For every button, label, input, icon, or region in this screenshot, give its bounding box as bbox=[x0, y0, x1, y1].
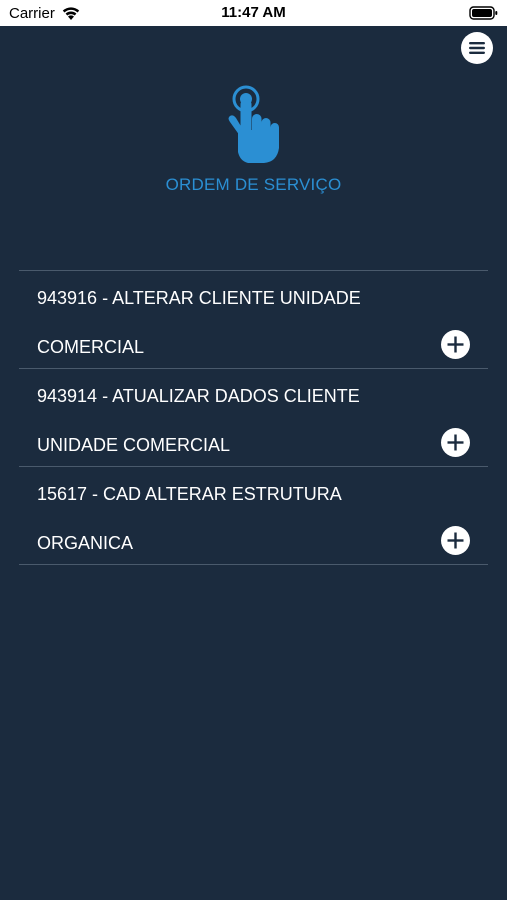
order-title-line2: UNIDADE COMERCIAL bbox=[37, 435, 231, 455]
order-title-line1: 15617 - CAD ALTERAR ESTRUTURA bbox=[37, 484, 342, 504]
tap-hand-icon bbox=[222, 84, 284, 166]
plus-icon bbox=[447, 532, 464, 549]
order-title-line1: 943916 - ALTERAR CLIENTE UNIDADE bbox=[37, 288, 361, 308]
order-item[interactable]: 943916 - ALTERAR CLIENTE UNIDADE COMERCI… bbox=[19, 271, 488, 369]
expand-button[interactable] bbox=[441, 330, 470, 359]
order-list: 943916 - ALTERAR CLIENTE UNIDADE COMERCI… bbox=[19, 270, 488, 565]
app-title: ORDEM DE SERVIÇO bbox=[165, 175, 342, 194]
plus-icon bbox=[447, 434, 464, 451]
order-title-line2: COMERCIAL bbox=[37, 337, 145, 357]
plus-icon bbox=[447, 336, 464, 353]
order-title-line2: ORGANICA bbox=[37, 533, 134, 553]
order-title-line1: 943914 - ATUALIZAR DADOS CLIENTE bbox=[37, 386, 360, 406]
menu-button[interactable] bbox=[461, 32, 493, 64]
status-bar: Carrier 11:47 AM bbox=[0, 0, 507, 26]
expand-button[interactable] bbox=[441, 428, 470, 457]
order-item[interactable]: 943914 - ATUALIZAR DADOS CLIENTE UNIDADE… bbox=[19, 369, 488, 467]
expand-button[interactable] bbox=[441, 526, 470, 555]
battery-icon bbox=[469, 5, 499, 21]
order-item[interactable]: 15617 - CAD ALTERAR ESTRUTURA ORGANICA bbox=[19, 467, 488, 565]
status-time: 11:47 AM bbox=[221, 4, 286, 21]
menu-icon bbox=[469, 42, 485, 54]
